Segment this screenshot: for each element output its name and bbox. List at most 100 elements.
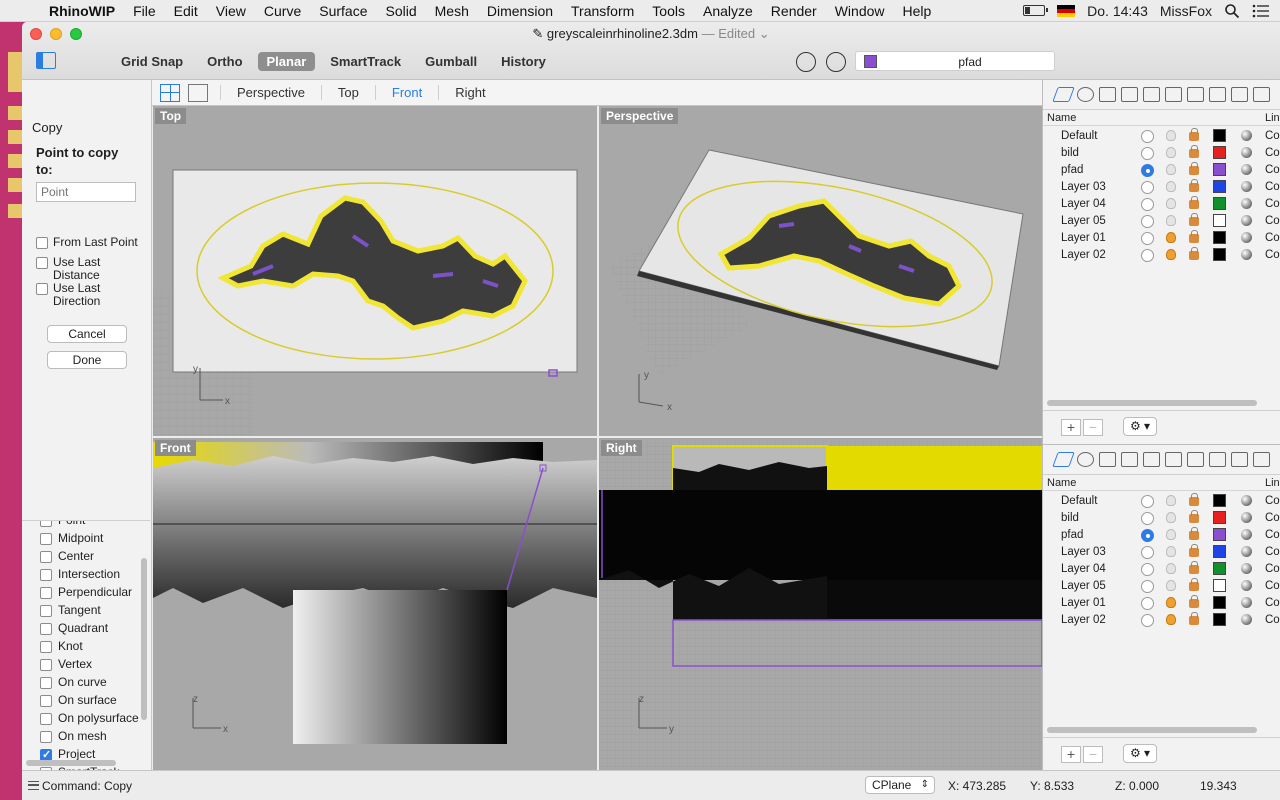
current-layer-radio[interactable] bbox=[1141, 130, 1154, 143]
lightbulb-icon[interactable] bbox=[1166, 147, 1176, 158]
layer-color-swatch[interactable] bbox=[1213, 579, 1226, 592]
lightbulb-icon[interactable] bbox=[1166, 529, 1176, 540]
menu-edit[interactable]: Edit bbox=[165, 3, 207, 19]
checkbox[interactable] bbox=[40, 748, 52, 761]
lock-icon[interactable] bbox=[1189, 527, 1199, 540]
layer-row[interactable]: bild Co bbox=[1043, 145, 1280, 162]
add-layer-button[interactable]: + bbox=[1061, 746, 1081, 763]
notification-center-icon[interactable] bbox=[1252, 4, 1270, 18]
current-layer-radio[interactable] bbox=[1141, 529, 1154, 542]
osnap-tangent[interactable]: Tangent bbox=[40, 603, 101, 617]
battery-icon[interactable] bbox=[1023, 5, 1049, 16]
current-layer-radio[interactable] bbox=[1141, 164, 1154, 177]
layer-linetype[interactable]: Co bbox=[1265, 147, 1280, 159]
help-tab-icon[interactable] bbox=[1253, 452, 1270, 467]
current-layer-radio[interactable] bbox=[1141, 215, 1154, 228]
viewport-label-perspective[interactable]: Perspective bbox=[601, 108, 679, 124]
osnap-knot[interactable]: Knot bbox=[40, 639, 83, 653]
lock-icon[interactable] bbox=[1189, 230, 1199, 243]
layer-linetype[interactable]: Co bbox=[1265, 198, 1280, 210]
lightbulb-icon[interactable] bbox=[1166, 130, 1176, 141]
layer-linetype[interactable]: Co bbox=[1265, 614, 1280, 626]
monitor-tab-icon[interactable] bbox=[1231, 452, 1248, 467]
layer-row[interactable]: pfad Co bbox=[1043, 162, 1280, 179]
lock-icon[interactable] bbox=[1189, 213, 1199, 226]
layer-name[interactable]: Default bbox=[1061, 495, 1097, 507]
material-icon[interactable] bbox=[1241, 580, 1252, 591]
osnap-toggle-icon[interactable] bbox=[796, 52, 816, 72]
viewport-top[interactable]: y x Top bbox=[153, 106, 597, 436]
remove-layer-button[interactable]: − bbox=[1083, 419, 1103, 436]
menu-solid[interactable]: Solid bbox=[377, 3, 426, 19]
layer-linetype[interactable]: Co bbox=[1265, 546, 1280, 558]
lightbulb-icon[interactable] bbox=[1166, 198, 1176, 209]
menu-transform[interactable]: Transform bbox=[562, 3, 643, 19]
material-icon[interactable] bbox=[1241, 597, 1252, 608]
lock-icon[interactable] bbox=[1189, 162, 1199, 175]
checkbox[interactable] bbox=[40, 568, 52, 581]
object-tab-icon[interactable] bbox=[1121, 452, 1138, 467]
lock-icon[interactable] bbox=[1189, 145, 1199, 158]
checkbox[interactable] bbox=[40, 521, 52, 527]
layer-linetype[interactable]: Co bbox=[1265, 232, 1280, 244]
layers-tab-icon[interactable] bbox=[1052, 452, 1075, 467]
command-history-icon[interactable] bbox=[28, 781, 39, 790]
layer-linetype[interactable]: Co bbox=[1265, 495, 1280, 507]
checkbox[interactable] bbox=[36, 283, 48, 295]
properties-tab-icon[interactable] bbox=[1099, 452, 1116, 467]
desktop-item-icon[interactable] bbox=[8, 130, 22, 144]
osnap-quadrant[interactable]: Quadrant bbox=[40, 621, 108, 635]
layer-color-swatch[interactable] bbox=[1213, 494, 1226, 507]
lock-icon[interactable] bbox=[1189, 544, 1199, 557]
current-layer-radio[interactable] bbox=[1141, 546, 1154, 559]
layer-row[interactable]: Layer 01 Co bbox=[1043, 595, 1280, 612]
layer-linetype[interactable]: Co bbox=[1265, 563, 1280, 575]
command-line[interactable]: Command: Copy bbox=[42, 779, 132, 793]
desktop-item-icon[interactable] bbox=[8, 154, 22, 168]
current-layer-radio[interactable] bbox=[1141, 181, 1154, 194]
checkbox[interactable] bbox=[40, 622, 52, 635]
layers-horizontal-scrollbar[interactable] bbox=[1047, 727, 1257, 733]
osnap-project[interactable]: Project bbox=[40, 747, 95, 761]
osnap-on-curve[interactable]: On curve bbox=[40, 675, 107, 689]
viewport-label-right[interactable]: Right bbox=[601, 440, 642, 456]
material-icon[interactable] bbox=[1241, 614, 1252, 625]
current-layer-radio[interactable] bbox=[1141, 563, 1154, 576]
lock-icon[interactable] bbox=[1189, 179, 1199, 192]
layer-row[interactable]: bild Co bbox=[1043, 510, 1280, 527]
material-icon[interactable] bbox=[1241, 232, 1252, 243]
column-linetype-header[interactable]: Lin bbox=[1265, 477, 1280, 489]
notes-tab-icon[interactable] bbox=[1187, 87, 1204, 102]
notes-tab-icon[interactable] bbox=[1187, 452, 1204, 467]
layer-color-swatch[interactable] bbox=[1213, 545, 1226, 558]
grid-snap-toggle[interactable]: Grid Snap bbox=[112, 52, 192, 71]
lock-icon[interactable] bbox=[1189, 578, 1199, 591]
lock-icon[interactable] bbox=[1189, 612, 1199, 625]
viewport-label-top[interactable]: Top bbox=[155, 108, 187, 124]
layer-color-swatch[interactable] bbox=[1213, 163, 1226, 176]
tab-perspective[interactable]: Perspective bbox=[220, 85, 321, 100]
layer-name[interactable]: Layer 02 bbox=[1061, 249, 1106, 261]
viewport-perspective[interactable]: y x Perspective bbox=[599, 106, 1042, 436]
layer-row[interactable]: Layer 03 Co bbox=[1043, 544, 1280, 561]
help-tab-icon[interactable] bbox=[1253, 87, 1270, 102]
osnap-scrollbar[interactable] bbox=[141, 558, 147, 720]
layer-name[interactable]: pfad bbox=[1061, 529, 1083, 541]
viewport-label-front[interactable]: Front bbox=[155, 440, 196, 456]
layer-color-swatch[interactable] bbox=[1213, 146, 1226, 159]
material-icon[interactable] bbox=[1241, 198, 1252, 209]
checkbox[interactable] bbox=[40, 676, 52, 689]
column-linetype-header[interactable]: Lin bbox=[1265, 112, 1280, 124]
layer-linetype[interactable]: Co bbox=[1265, 597, 1280, 609]
osnap-on-mesh[interactable]: On mesh bbox=[40, 729, 107, 743]
layer-name[interactable]: bild bbox=[1061, 512, 1079, 524]
layer-row[interactable]: Layer 02 Co bbox=[1043, 612, 1280, 629]
history-toggle[interactable]: History bbox=[492, 52, 555, 71]
sidebar-toggle-button[interactable] bbox=[36, 52, 56, 69]
chevron-down-icon[interactable]: ⌄ bbox=[759, 26, 770, 41]
checkbox[interactable] bbox=[40, 604, 52, 617]
menu-window[interactable]: Window bbox=[826, 3, 894, 19]
layer-name[interactable]: pfad bbox=[1061, 164, 1083, 176]
osnap-vertex[interactable]: Vertex bbox=[40, 657, 92, 671]
checkbox[interactable] bbox=[40, 550, 52, 563]
